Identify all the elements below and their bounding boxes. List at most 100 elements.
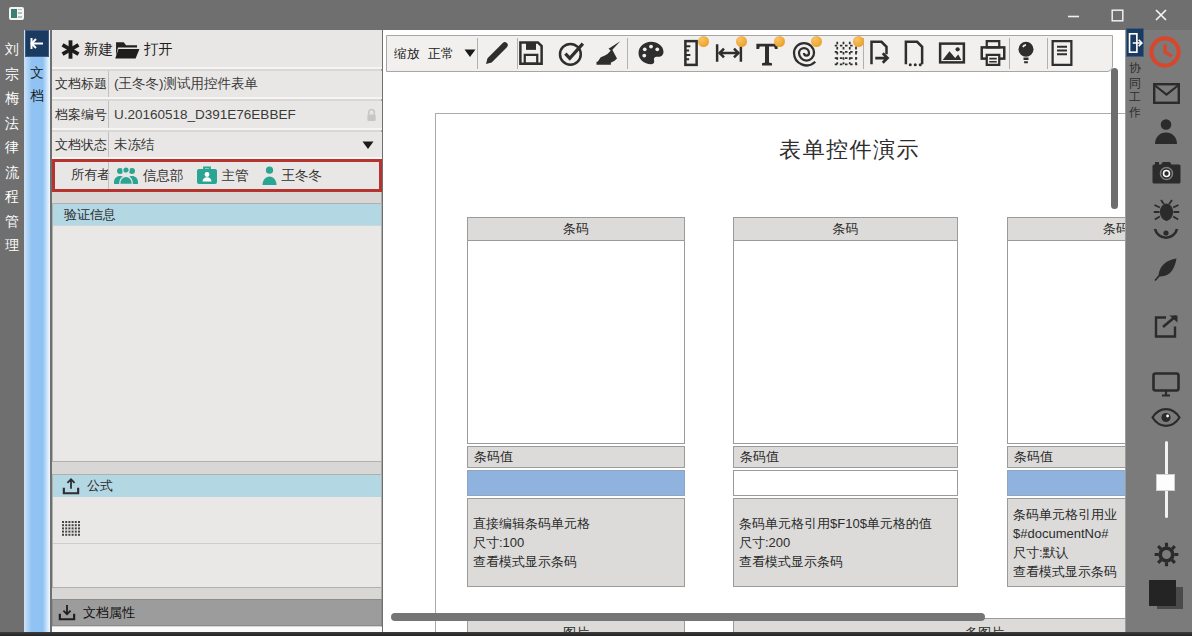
lock-icon xyxy=(366,108,377,122)
collaborate-arrow-icon xyxy=(1128,32,1143,54)
pencil-icon-button[interactable] xyxy=(482,38,512,68)
owner-user[interactable]: 王冬冬 xyxy=(282,167,323,185)
left-app-rail: 刘宗梅法律流程管理 xyxy=(0,30,24,632)
title-bar xyxy=(0,0,1192,30)
panel-header: 条码 xyxy=(467,217,685,241)
page-border-left xyxy=(435,113,436,632)
image-icon-button[interactable] xyxy=(937,38,967,68)
contact-button[interactable] xyxy=(1148,113,1184,149)
history-clock-button[interactable] xyxy=(1145,32,1185,72)
formula-section: 公式 xyxy=(52,474,382,588)
field-row-owner: 所有者 信息部 xyxy=(52,159,382,192)
document-panel: 新建 打开 文档标题 (王冬冬)测试用控件表单 档案编号 U.20160518_… xyxy=(52,30,382,632)
collapse-panel-button[interactable] xyxy=(25,30,49,57)
smile-gauge-icon xyxy=(1153,227,1179,244)
feather-icon xyxy=(1153,256,1179,282)
document-lines-icon xyxy=(1047,38,1077,68)
swatch-button[interactable] xyxy=(1149,580,1176,606)
barcode-display-area[interactable] xyxy=(467,241,685,444)
horizontal-scrollbar[interactable] xyxy=(391,613,985,621)
open-document-button[interactable]: 打开 xyxy=(114,30,173,69)
preview-button[interactable] xyxy=(1148,399,1184,435)
document-lines-icon-button[interactable] xyxy=(1047,38,1077,68)
zoom-dropdown[interactable]: 缩放 正常 xyxy=(394,36,476,71)
palette-icon-button[interactable] xyxy=(636,38,666,68)
sign-button[interactable] xyxy=(1148,251,1184,287)
barcode-value-label: 条码值 xyxy=(733,446,958,468)
grid-format-icon-button[interactable] xyxy=(831,38,861,68)
close-button[interactable] xyxy=(1139,0,1183,30)
vertical-scrollbar[interactable] xyxy=(1111,68,1118,209)
image-icon xyxy=(937,38,967,68)
expand-down-tray-icon xyxy=(58,604,76,621)
check-circle-icon xyxy=(556,38,586,68)
maximize-button[interactable] xyxy=(1095,0,1139,30)
collapse-left-arrow-icon xyxy=(26,31,48,56)
bulb-icon-button[interactable] xyxy=(1011,38,1041,68)
barcode-display-area[interactable] xyxy=(733,241,958,444)
printer-icon-button[interactable] xyxy=(978,38,1008,68)
feedback-button[interactable] xyxy=(1148,217,1184,253)
document-tab-strip[interactable] xyxy=(24,30,50,632)
width-measure-icon-button[interactable] xyxy=(714,38,744,68)
collapse-up-tray-icon xyxy=(62,478,80,495)
validation-title: 验证信息 xyxy=(64,206,116,224)
ruler-icon-button[interactable] xyxy=(676,38,706,68)
check-icon-button[interactable] xyxy=(556,38,586,68)
tab-collaborate[interactable]: 协同工作 xyxy=(1126,61,1144,119)
field-row-archive-no: 档案编号 U.20160518_D391E76EBBEF xyxy=(52,101,382,130)
settings-button[interactable] xyxy=(1148,536,1184,572)
panel-header: 条码 xyxy=(1007,217,1125,241)
field-row-doc-title: 文档标题 (王冬冬)测试用控件表单 xyxy=(52,71,382,99)
barcode-display-area[interactable] xyxy=(1007,241,1125,444)
format-ball xyxy=(853,36,864,47)
monitor-icon xyxy=(1152,372,1180,397)
spiral-icon-button[interactable] xyxy=(789,38,819,68)
badge-icon xyxy=(196,166,218,185)
panel-header: 图片 xyxy=(563,624,589,632)
broom-icon-button[interactable] xyxy=(594,38,624,68)
panel-header: 条码 xyxy=(733,217,958,241)
dropdown-arrow-icon[interactable] xyxy=(362,141,374,150)
formula-section-header[interactable]: 公式 xyxy=(53,475,381,497)
export-page-icon-button[interactable] xyxy=(864,38,894,68)
form-title: 表单控件演示 xyxy=(779,135,920,165)
page-border-top xyxy=(435,113,1125,114)
new-document-button[interactable]: 新建 xyxy=(60,30,113,69)
gear-icon xyxy=(1152,540,1181,569)
field-label: 文档标题 xyxy=(52,71,107,97)
tab-document[interactable]: 文档 xyxy=(24,61,50,107)
minimize-button[interactable] xyxy=(1051,0,1095,30)
field-row-doc-state: 文档状态 未冻结 xyxy=(52,132,382,159)
new-page-icon-button[interactable] xyxy=(899,38,929,68)
export-page-icon xyxy=(864,38,894,68)
share-button[interactable] xyxy=(1148,309,1184,345)
barcode-value-cell[interactable] xyxy=(467,470,685,496)
field-label: 所有者 xyxy=(55,160,110,189)
dropdown-arrow-icon xyxy=(464,49,476,58)
camera-button[interactable] xyxy=(1148,154,1184,190)
collaborate-tab-button[interactable] xyxy=(1126,28,1144,57)
validation-section-header[interactable]: 验证信息 xyxy=(53,204,381,226)
monitor-button[interactable] xyxy=(1148,366,1184,402)
owner-role[interactable]: 主管 xyxy=(222,167,249,185)
canvas-toolbar: 缩放 正常 xyxy=(386,35,1113,72)
zoom-slider-handle[interactable] xyxy=(1156,474,1175,491)
properties-section-header[interactable]: 文档属性 xyxy=(52,599,382,626)
group-icon xyxy=(113,166,139,185)
barcode-value-label: 条码值 xyxy=(467,446,685,468)
text-format-icon-button[interactable] xyxy=(752,38,782,68)
validation-section: 验证信息 xyxy=(52,203,382,462)
barcode-value-cell[interactable] xyxy=(1007,470,1125,496)
dot-grid-icon[interactable] xyxy=(62,521,80,537)
eye-icon xyxy=(1151,408,1181,427)
barcode-value-label: 条码值 xyxy=(1007,446,1125,468)
barcode-value-cell[interactable] xyxy=(733,470,958,496)
owner-department[interactable]: 信息部 xyxy=(143,167,184,185)
archive-no-value[interactable]: U.20160518_D391E76EBBEF xyxy=(114,101,376,128)
doc-state-value[interactable]: 未冻结 xyxy=(114,132,376,157)
mail-button[interactable] xyxy=(1148,75,1184,111)
save-icon-button[interactable] xyxy=(516,38,546,68)
panel-header: 多图片 xyxy=(965,624,1004,632)
doc-title-value[interactable]: (王冬冬)测试用控件表单 xyxy=(114,71,376,97)
